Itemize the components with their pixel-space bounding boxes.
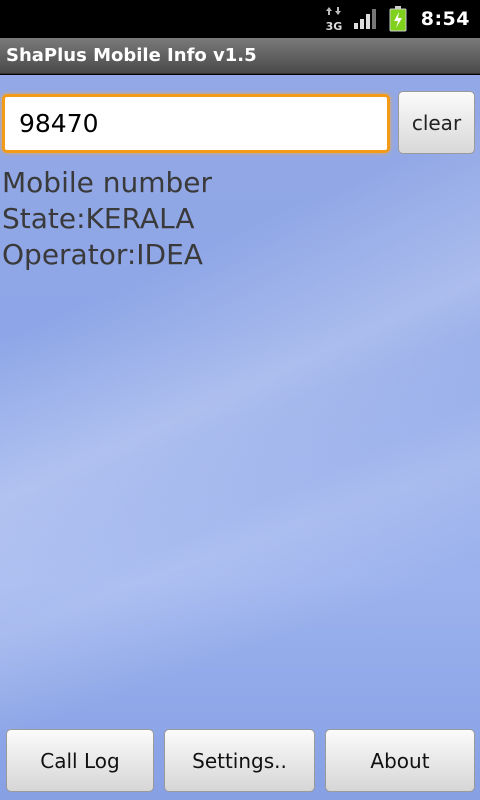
main-content: clear Mobile number State:KERALA Operato… bbox=[0, 75, 480, 800]
data-transfer-icon: 3G bbox=[325, 6, 343, 32]
network-type-label: 3G bbox=[325, 20, 342, 32]
result-state: State:KERALA bbox=[2, 202, 195, 235]
result-operator: Operator:IDEA bbox=[2, 238, 203, 271]
signal-strength-icon bbox=[353, 8, 379, 30]
settings-button[interactable]: Settings.. bbox=[164, 729, 315, 792]
app-title-bar: ShaPlus Mobile Info v1.5 bbox=[0, 38, 480, 74]
mobile-number-input[interactable] bbox=[2, 94, 390, 153]
battery-charging-icon bbox=[389, 6, 407, 32]
result-info: Mobile number State:KERALA Operator:IDEA bbox=[2, 165, 212, 273]
call-log-button[interactable]: Call Log bbox=[6, 729, 154, 792]
app-title: ShaPlus Mobile Info v1.5 bbox=[6, 45, 257, 66]
clear-button[interactable]: clear bbox=[398, 91, 475, 154]
status-bar: 3G 8:54 bbox=[0, 0, 480, 38]
about-button[interactable]: About bbox=[325, 729, 475, 792]
result-title: Mobile number bbox=[2, 166, 213, 199]
clock: 8:54 bbox=[420, 8, 470, 30]
